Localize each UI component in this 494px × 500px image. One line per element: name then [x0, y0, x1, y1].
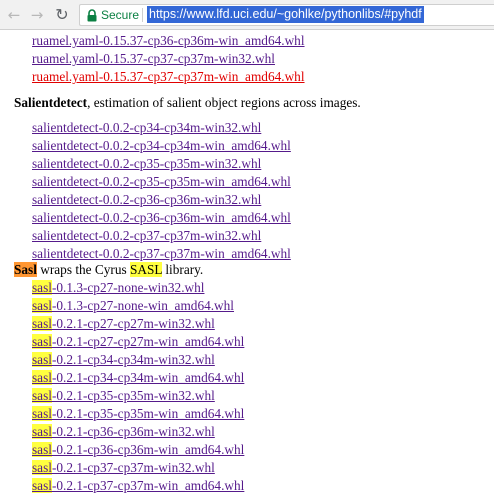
download-link[interactable]: sasl-0.2.1-cp36-cp36m-win32.whl [32, 424, 215, 440]
link-filename: -0.2.1-cp27-cp27m-win_amd64.whl [51, 334, 245, 349]
download-link[interactable]: sasl-0.2.1-cp37-cp37m-win32.whl [32, 460, 215, 476]
link-filename: -0.2.1-cp34-cp34m-win32.whl [51, 352, 215, 367]
download-link[interactable]: sasl-0.2.1-cp27-cp27m-win_amd64.whl [32, 334, 244, 350]
browser-toolbar: ← → ↻ Secure https://www.lfd.uci.edu/~go… [0, 0, 494, 30]
search-match: sasl [32, 460, 52, 475]
download-link[interactable]: salientdetect-0.0.2-cp37-cp37m-win_amd64… [32, 246, 291, 262]
secure-label: Secure [101, 8, 140, 22]
package-description-after: library. [162, 262, 204, 277]
search-match: sasl [32, 298, 52, 313]
download-link[interactable]: salientdetect-0.0.2-cp35-cp35m-win32.whl [32, 156, 261, 172]
package-heading: Salientdetect, estimation of salient obj… [14, 95, 361, 111]
link-filename: -0.2.1-cp35-cp35m-win_amd64.whl [51, 406, 245, 421]
link-filename: -0.2.1-cp35-cp35m-win32.whl [51, 388, 215, 403]
search-match: sasl [32, 334, 52, 349]
download-link[interactable]: sasl-0.1.3-cp27-none-win_amd64.whl [32, 298, 234, 314]
url-text[interactable]: https://www.lfd.uci.edu/~gohlke/pythonli… [147, 6, 424, 23]
reload-icon[interactable]: ↻ [52, 5, 72, 25]
download-link[interactable]: salientdetect-0.0.2-cp35-cp35m-win_amd64… [32, 174, 291, 190]
search-match: sasl [32, 352, 52, 367]
download-link[interactable]: sasl-0.2.1-cp35-cp35m-win_amd64.whl [32, 406, 244, 422]
link-filename: -0.2.1-cp37-cp37m-win32.whl [51, 460, 215, 475]
link-filename: -0.2.1-cp36-cp36m-win32.whl [51, 424, 215, 439]
download-link[interactable]: salientdetect-0.0.2-cp37-cp37m-win32.whl [32, 228, 261, 244]
address-bar[interactable]: Secure https://www.lfd.uci.edu/~gohlke/p… [79, 4, 494, 26]
search-match: SASL [130, 262, 163, 277]
link-filename: -0.2.1-cp27-cp27m-win32.whl [51, 316, 215, 331]
omnibox-separator [142, 8, 143, 22]
download-link[interactable]: ruamel.yaml-0.15.37-cp37-cp37m-win32.whl [32, 51, 275, 67]
search-match: sasl [32, 424, 52, 439]
download-link[interactable]: ruamel.yaml-0.15.37-cp37-cp37m-win_amd64… [32, 69, 305, 85]
package-name: Salientdetect [14, 95, 88, 110]
link-filename: -0.2.1-cp37-cp37m-win_amd64.whl [51, 478, 245, 493]
link-filename: -0.1.3-cp27-none-win_amd64.whl [51, 298, 235, 313]
search-match: sasl [32, 478, 52, 493]
back-arrow-icon[interactable]: ← [4, 5, 24, 25]
download-link[interactable]: sasl-0.1.3-cp27-none-win32.whl [32, 280, 204, 296]
download-link[interactable]: salientdetect-0.0.2-cp36-cp36m-win32.whl [32, 192, 261, 208]
search-match: sasl [32, 316, 52, 331]
link-filename: -0.2.1-cp34-cp34m-win_amd64.whl [51, 370, 245, 385]
download-link[interactable]: ruamel.yaml-0.15.37-cp36-cp36m-win_amd64… [32, 33, 305, 49]
package-description-before: wraps the Cyrus [36, 262, 130, 277]
package-description: , estimation of salient object regions a… [87, 95, 361, 110]
search-match: sasl [32, 406, 52, 421]
download-link[interactable]: salientdetect-0.0.2-cp36-cp36m-win_amd64… [32, 210, 291, 226]
download-link[interactable]: sasl-0.2.1-cp34-cp34m-win32.whl [32, 352, 215, 368]
search-match: sasl [32, 370, 52, 385]
download-link[interactable]: salientdetect-0.0.2-cp34-cp34m-win32.whl [32, 120, 261, 136]
package-heading: Sasl wraps the Cyrus SASL library. [14, 262, 203, 278]
lock-icon [87, 9, 97, 22]
package-name: Sasl [14, 262, 37, 277]
download-link[interactable]: sasl-0.2.1-cp35-cp35m-win32.whl [32, 388, 215, 404]
link-filename: -0.1.3-cp27-none-win32.whl [51, 280, 205, 295]
download-link[interactable]: sasl-0.2.1-cp27-cp27m-win32.whl [32, 316, 215, 332]
search-match: sasl [32, 442, 52, 457]
forward-arrow-icon[interactable]: → [27, 5, 47, 25]
download-link[interactable]: sasl-0.2.1-cp37-cp37m-win_amd64.whl [32, 478, 244, 494]
download-link[interactable]: salientdetect-0.0.2-cp34-cp34m-win_amd64… [32, 138, 291, 154]
search-match: sasl [32, 388, 52, 403]
link-filename: -0.2.1-cp36-cp36m-win_amd64.whl [51, 442, 245, 457]
download-link[interactable]: sasl-0.2.1-cp36-cp36m-win_amd64.whl [32, 442, 244, 458]
download-link[interactable]: sasl-0.2.1-cp34-cp34m-win_amd64.whl [32, 370, 244, 386]
search-match: sasl [32, 280, 52, 295]
